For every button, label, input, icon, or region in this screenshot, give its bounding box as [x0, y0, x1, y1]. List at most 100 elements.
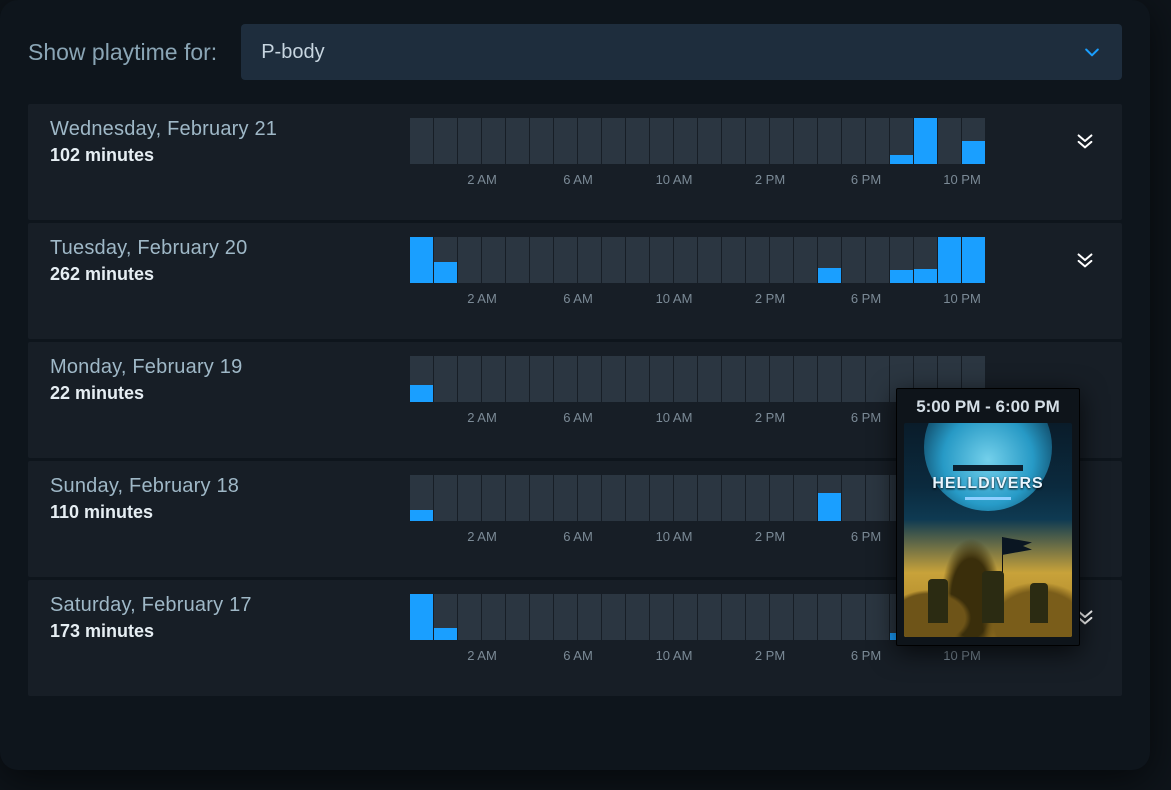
hour-bar[interactable]	[698, 475, 721, 521]
hour-bar[interactable]	[458, 594, 481, 640]
hour-bar[interactable]	[866, 594, 889, 640]
hour-bar[interactable]	[674, 594, 697, 640]
hour-bar[interactable]	[890, 118, 913, 164]
hour-bar[interactable]	[746, 118, 769, 164]
hour-bar[interactable]	[506, 594, 529, 640]
hour-bar[interactable]	[962, 237, 985, 283]
hour-bar[interactable]	[746, 475, 769, 521]
hour-bar[interactable]	[626, 118, 649, 164]
hour-bar[interactable]	[410, 118, 433, 164]
hour-bar[interactable]	[866, 118, 889, 164]
hour-bar[interactable]	[650, 594, 673, 640]
hour-bar[interactable]	[650, 118, 673, 164]
hour-bar[interactable]	[626, 356, 649, 402]
hour-bar[interactable]	[434, 594, 457, 640]
hour-bar[interactable]	[866, 356, 889, 402]
hour-bar[interactable]	[746, 356, 769, 402]
hour-bar[interactable]	[602, 356, 625, 402]
hour-bar[interactable]	[578, 118, 601, 164]
hour-bar[interactable]	[842, 356, 865, 402]
hour-bar[interactable]	[674, 118, 697, 164]
hour-bar[interactable]	[578, 475, 601, 521]
hour-bar[interactable]	[506, 475, 529, 521]
hour-bar[interactable]	[674, 356, 697, 402]
hour-bar[interactable]	[482, 237, 505, 283]
hour-bar[interactable]	[554, 118, 577, 164]
hour-bar[interactable]	[650, 237, 673, 283]
hour-bar[interactable]	[698, 356, 721, 402]
hour-bar[interactable]	[698, 594, 721, 640]
hour-bar[interactable]	[554, 475, 577, 521]
hour-bar[interactable]	[794, 237, 817, 283]
hour-bar[interactable]	[842, 475, 865, 521]
hour-bar[interactable]	[794, 475, 817, 521]
hour-bar[interactable]	[842, 237, 865, 283]
hour-bar[interactable]	[914, 237, 937, 283]
hour-bar[interactable]	[554, 594, 577, 640]
hour-bar[interactable]	[722, 237, 745, 283]
hour-bar[interactable]	[602, 237, 625, 283]
hour-bar[interactable]	[482, 118, 505, 164]
hour-bar[interactable]	[890, 237, 913, 283]
hour-bar[interactable]	[866, 237, 889, 283]
hour-bar[interactable]	[698, 118, 721, 164]
hour-bar[interactable]	[746, 594, 769, 640]
hour-bar[interactable]	[698, 237, 721, 283]
hour-bar[interactable]	[626, 594, 649, 640]
expand-toggle[interactable]	[1070, 237, 1100, 271]
hour-bar[interactable]	[530, 237, 553, 283]
hour-bar[interactable]	[482, 475, 505, 521]
hour-bar[interactable]	[818, 118, 841, 164]
hour-bar[interactable]	[866, 475, 889, 521]
hour-bar[interactable]	[842, 594, 865, 640]
hour-bar[interactable]	[770, 475, 793, 521]
hour-bar[interactable]	[410, 594, 433, 640]
hour-bar[interactable]	[602, 594, 625, 640]
hour-bar[interactable]	[602, 118, 625, 164]
hour-bar[interactable]	[722, 356, 745, 402]
hour-bar[interactable]	[458, 237, 481, 283]
hour-bar[interactable]	[602, 475, 625, 521]
hour-bar[interactable]	[794, 118, 817, 164]
hour-bar[interactable]	[746, 237, 769, 283]
hour-bar[interactable]	[434, 237, 457, 283]
hour-bar[interactable]	[482, 356, 505, 402]
hour-bar[interactable]	[818, 594, 841, 640]
hour-bar[interactable]	[578, 594, 601, 640]
hour-bar[interactable]	[962, 118, 985, 164]
hour-bar[interactable]	[506, 237, 529, 283]
hour-bar[interactable]	[650, 475, 673, 521]
hour-bar[interactable]	[530, 356, 553, 402]
hour-bar[interactable]	[434, 356, 457, 402]
hour-bar[interactable]	[554, 356, 577, 402]
hour-bar[interactable]	[626, 475, 649, 521]
hour-bar[interactable]	[506, 356, 529, 402]
expand-toggle[interactable]	[1070, 118, 1100, 152]
hour-bar[interactable]	[410, 475, 433, 521]
hour-bar[interactable]	[770, 118, 793, 164]
hour-bar[interactable]	[842, 118, 865, 164]
hour-bar[interactable]	[722, 594, 745, 640]
hour-bar[interactable]	[530, 594, 553, 640]
hour-bar[interactable]	[938, 237, 961, 283]
hour-bar[interactable]	[506, 118, 529, 164]
hour-bar[interactable]	[458, 356, 481, 402]
hour-bar[interactable]	[434, 118, 457, 164]
hour-bar[interactable]	[578, 237, 601, 283]
hour-bar[interactable]	[770, 356, 793, 402]
hour-bar[interactable]	[914, 118, 937, 164]
hour-bar[interactable]	[410, 237, 433, 283]
hour-bar[interactable]	[650, 356, 673, 402]
hour-bar[interactable]	[674, 475, 697, 521]
hour-bar[interactable]	[578, 356, 601, 402]
hour-bar[interactable]	[434, 475, 457, 521]
hour-bar[interactable]	[458, 118, 481, 164]
hour-bar[interactable]	[554, 237, 577, 283]
hour-bar[interactable]	[530, 475, 553, 521]
hour-bar[interactable]	[722, 118, 745, 164]
hour-bar[interactable]	[410, 356, 433, 402]
hour-bar[interactable]	[458, 475, 481, 521]
hour-bar[interactable]	[818, 237, 841, 283]
hour-bar[interactable]	[626, 237, 649, 283]
hour-bar[interactable]	[674, 237, 697, 283]
